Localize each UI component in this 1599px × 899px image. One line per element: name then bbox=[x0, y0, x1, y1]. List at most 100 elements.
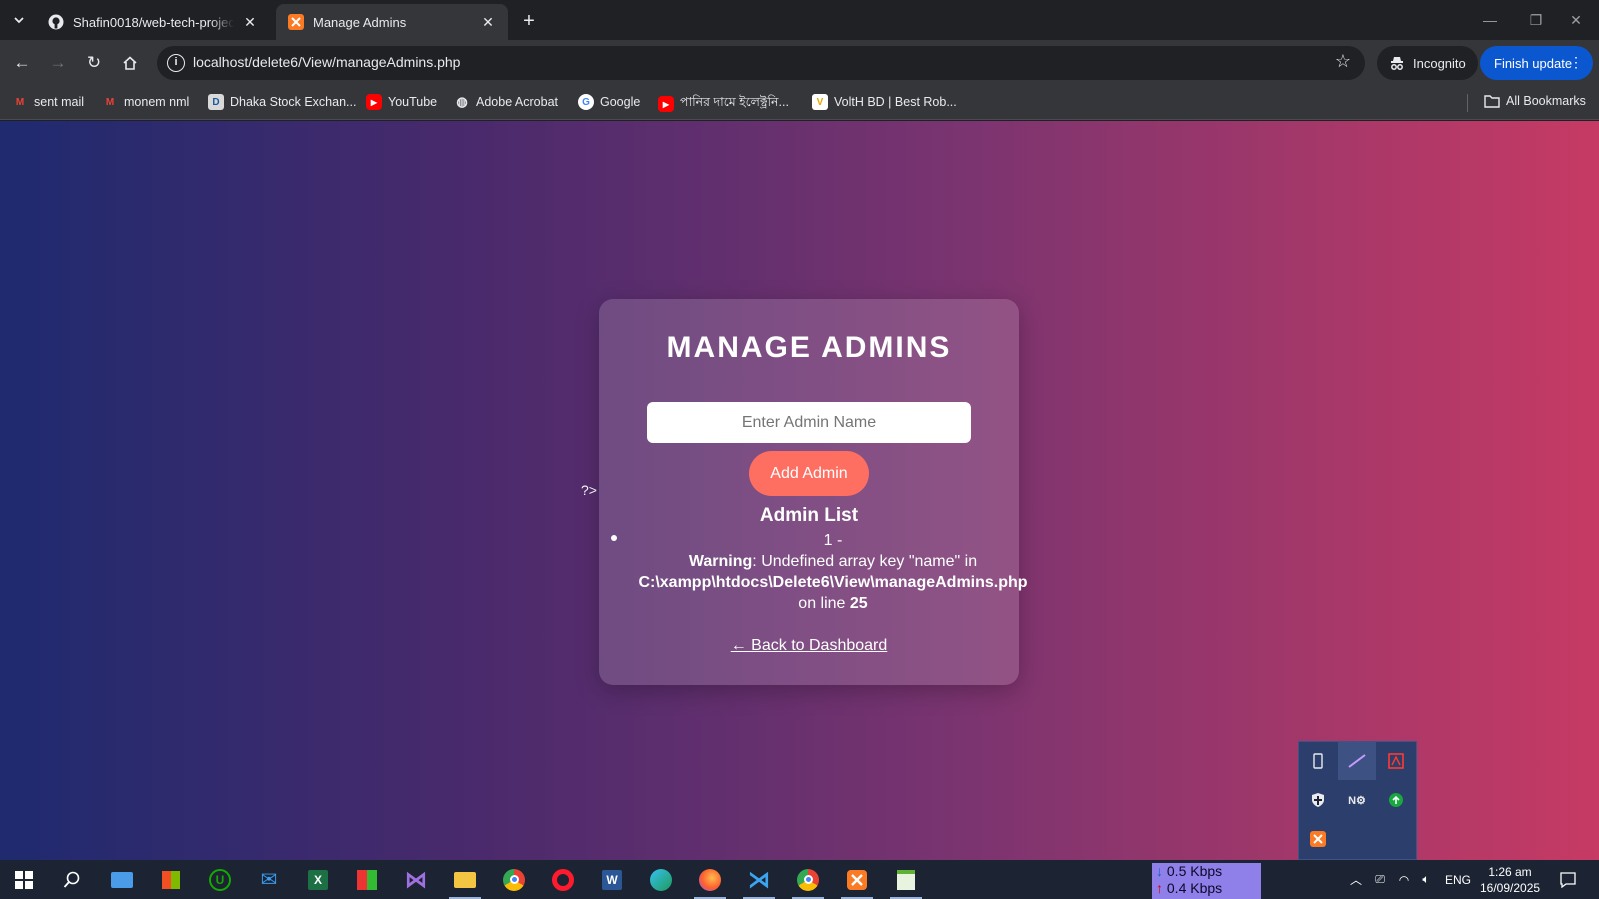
green-sync-icon[interactable] bbox=[1377, 781, 1415, 819]
minimize-button[interactable]: — bbox=[1467, 0, 1513, 40]
bookmark-label: sent mail bbox=[34, 95, 85, 109]
usb-icon[interactable] bbox=[1299, 742, 1337, 780]
bookmark-youtube[interactable]: ▶ YouTube bbox=[366, 94, 437, 110]
clock[interactable]: 1:26 am 16/09/2025 bbox=[1480, 864, 1540, 896]
browser-toolbar: ← → ↻ i localhost/delete6/View/manageAdm… bbox=[0, 40, 1599, 86]
tab-search-button[interactable] bbox=[6, 7, 32, 33]
list-bullet bbox=[611, 535, 617, 541]
bookmark-label: Dhaka Stock Exchan... bbox=[230, 95, 357, 109]
gmail-icon: M bbox=[15, 96, 25, 108]
camera-icon: ⎚ bbox=[1375, 872, 1385, 886]
network-button[interactable]: ◠ bbox=[1393, 860, 1415, 899]
acrobat-icon[interactable] bbox=[1377, 742, 1415, 780]
bookmark-label: Google bbox=[600, 95, 641, 109]
feather-icon[interactable] bbox=[1338, 742, 1376, 780]
notifications-button[interactable] bbox=[1555, 860, 1581, 899]
close-tab-icon[interactable]: ✕ bbox=[242, 14, 258, 31]
bookmark-star-icon[interactable]: ☆ bbox=[1335, 51, 1351, 72]
firefox-icon bbox=[699, 868, 721, 891]
warning-text: : Undefined array key "name" in bbox=[752, 553, 978, 570]
new-tab-button[interactable]: + bbox=[516, 8, 542, 34]
bookmark-volth[interactable]: V VoltH BD | Best Rob... bbox=[812, 94, 957, 110]
bookmark-bangla-electronics[interactable]: ▶ পানির দামে ইলেক্ট্রনি... bbox=[658, 94, 789, 114]
bookmark-monem-nml[interactable]: M monem nml bbox=[102, 94, 189, 110]
taskbar-word[interactable]: W bbox=[588, 860, 636, 899]
taskbar-app-1[interactable] bbox=[98, 860, 146, 899]
url-text[interactable]: localhost/delete6/View/manageAdmins.php bbox=[193, 54, 460, 70]
taskbar-visual-studio[interactable]: ⋈ bbox=[392, 860, 440, 899]
site-info-icon[interactable]: i bbox=[167, 54, 185, 72]
taskbar-vscode[interactable]: ⋊ bbox=[735, 860, 783, 899]
bookmark-sent-mail[interactable]: M sent mail bbox=[12, 94, 84, 110]
bookmark-label: পানির দামে ইলেক্ট্রনি... bbox=[680, 95, 789, 109]
nvidia-settings-icon[interactable]: N⚙ bbox=[1338, 781, 1376, 819]
address-bar[interactable]: i localhost/delete6/View/manageAdmins.ph… bbox=[157, 46, 1365, 80]
meet-now-button[interactable]: ⎚ bbox=[1369, 860, 1391, 899]
warning-label: Warning bbox=[688, 553, 753, 570]
gmail-icon: M bbox=[105, 96, 115, 108]
warning-line-number: 25 bbox=[849, 595, 868, 612]
forward-button[interactable]: → bbox=[44, 49, 72, 77]
start-button[interactable] bbox=[0, 860, 48, 899]
download-arrow-icon: ↓ bbox=[1156, 863, 1163, 879]
xampp-icon bbox=[288, 14, 304, 30]
chevron-down-icon bbox=[14, 17, 24, 24]
add-admin-button[interactable]: Add Admin bbox=[749, 451, 869, 496]
volume-button[interactable]: 🔈︎ bbox=[1415, 860, 1437, 899]
bookmark-label: VoltH BD | Best Rob... bbox=[834, 95, 957, 109]
google-icon: G bbox=[578, 94, 594, 110]
finish-update-button[interactable]: Finish update ⋮ bbox=[1480, 46, 1593, 80]
language-indicator[interactable]: ENG bbox=[1441, 860, 1475, 899]
taskbar-edge[interactable] bbox=[637, 860, 685, 899]
taskbar-file-explorer[interactable] bbox=[441, 860, 489, 899]
admin-name-input[interactable] bbox=[647, 402, 971, 443]
warning-on-line: on line bbox=[798, 595, 846, 612]
all-bookmarks-button[interactable]: All Bookmarks bbox=[1484, 94, 1586, 108]
back-button[interactable]: ← bbox=[8, 49, 36, 77]
word-icon: W bbox=[602, 869, 622, 890]
taskbar-opera[interactable] bbox=[539, 860, 587, 899]
search-button[interactable] bbox=[48, 860, 96, 899]
close-window-button[interactable]: ✕ bbox=[1553, 0, 1599, 40]
xampp-tray-icon[interactable] bbox=[1299, 820, 1337, 858]
warning-file-path: C:\xampp\htdocs\Delete6\View\manageAdmin… bbox=[638, 574, 1028, 591]
bookmark-dse[interactable]: D Dhaka Stock Exchan... bbox=[208, 94, 356, 110]
xampp-icon bbox=[847, 869, 867, 890]
volth-icon: V bbox=[812, 94, 828, 110]
taskbar-chrome-2[interactable] bbox=[784, 860, 832, 899]
taskbar-app-blocks[interactable] bbox=[343, 860, 391, 899]
back-to-dashboard-link[interactable]: ← Back to Dashboard bbox=[599, 637, 1019, 655]
tab-manage-admins[interactable]: Manage Admins ✕ bbox=[276, 4, 508, 40]
dse-icon: D bbox=[208, 94, 224, 110]
incognito-label: Incognito bbox=[1413, 55, 1466, 71]
close-tab-icon[interactable]: ✕ bbox=[480, 14, 496, 31]
windows-logo-icon bbox=[15, 870, 33, 889]
taskbar-firefox[interactable] bbox=[686, 860, 734, 899]
bookmark-label: Adobe Acrobat bbox=[476, 95, 559, 109]
clock-date: 16/09/2025 bbox=[1480, 881, 1541, 895]
reload-button[interactable]: ↻ bbox=[80, 49, 108, 77]
network-speed-widget: ↓ 0.5 Kbps ↑ 0.4 Kbps bbox=[1152, 863, 1261, 899]
minimize-icon: — bbox=[1483, 12, 1497, 28]
bookmark-google[interactable]: G Google bbox=[578, 94, 640, 110]
tab-github[interactable]: Shafin0018/web-tech-project-fi ✕ bbox=[36, 4, 270, 40]
taskbar-chrome[interactable] bbox=[490, 860, 538, 899]
taskbar-store[interactable] bbox=[147, 860, 195, 899]
incognito-indicator[interactable]: Incognito bbox=[1377, 46, 1478, 80]
security-shield-icon[interactable] bbox=[1299, 781, 1337, 819]
restore-icon: ❐ bbox=[1529, 11, 1543, 28]
taskbar-notepad[interactable] bbox=[882, 860, 930, 899]
page-title: MANAGE ADMINS bbox=[666, 331, 952, 364]
taskbar-upwork[interactable]: U bbox=[196, 860, 244, 899]
home-button[interactable] bbox=[116, 49, 144, 77]
taskbar-excel[interactable]: X bbox=[294, 860, 342, 899]
bookmarks-bar: M sent mail M monem nml D Dhaka Stock Ex… bbox=[0, 86, 1599, 120]
tray-overflow-button[interactable]: ︿ bbox=[1345, 860, 1367, 899]
clock-time: 1:26 am bbox=[1488, 865, 1532, 879]
admin-list-item: 1 - Warning: Undefined array key "name" … bbox=[623, 530, 1043, 614]
store-icon bbox=[162, 870, 180, 889]
taskbar-xampp[interactable] bbox=[833, 860, 881, 899]
taskbar-mail[interactable]: ✉ bbox=[245, 860, 293, 899]
bookmark-adobe-acrobat[interactable]: ◍ Adobe Acrobat bbox=[454, 94, 558, 110]
close-icon: ✕ bbox=[1570, 11, 1582, 28]
